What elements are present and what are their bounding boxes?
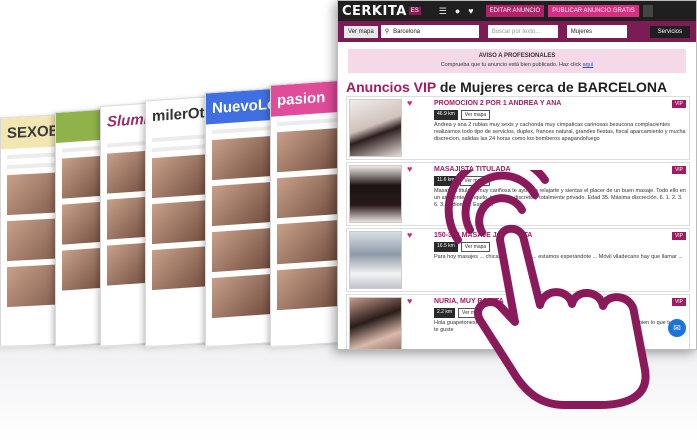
bg-thumb [277, 265, 343, 311]
favorite-heart-icon[interactable]: ♥ [407, 231, 416, 240]
category-select[interactable]: Mujeres [566, 25, 627, 38]
listing-card[interactable]: ♥ PROMOCION 2 POR 1 ANDREA Y ANA VIP 46.… [346, 96, 690, 160]
top-icon-group: ☰ ● ♥ [439, 6, 474, 17]
notice-link[interactable]: aquí [583, 62, 594, 68]
notice-text: Comprueba que tu anuncio está bien publi… [440, 62, 583, 68]
brand-logo[interactable]: CERKITA [342, 4, 407, 19]
bg-thumb [152, 153, 213, 199]
text-search-placeholder: Buscar por texto... [491, 28, 541, 35]
bg-site-logo: NuevoLoc [206, 88, 280, 125]
bg-thumb [212, 273, 273, 319]
bg-line [212, 125, 273, 135]
listing-photo[interactable] [349, 231, 402, 289]
section-title-rest: de Mujeres cerca de BARCELONA [435, 79, 668, 95]
publish-ad-button[interactable]: PUBLICAR ANUNCIO GRATIS [548, 5, 639, 17]
listing-photo[interactable] [349, 99, 402, 157]
view-map-button[interactable]: Ver mapa [344, 25, 378, 38]
favorite-heart-icon[interactable]: ♥ [407, 165, 416, 174]
brand-country-tag: ES [408, 7, 421, 15]
bg-line [277, 117, 343, 127]
category-value: Mujeres [570, 28, 593, 35]
listing-photo[interactable] [349, 297, 402, 349]
edit-ad-button[interactable]: EDITAR ANUNCIO [485, 5, 545, 17]
notice-title: AVISO A PROFESIONALES [478, 53, 556, 59]
listing-title[interactable]: PROMOCION 2 POR 1 ANDREA Y ANA [434, 100, 561, 107]
favorite-heart-icon[interactable]: ♥ [407, 99, 416, 108]
menu-icon[interactable] [642, 5, 653, 17]
bg-thumb [277, 219, 343, 265]
professional-notice: AVISO A PROFESIONALES Comprueba que tu a… [348, 49, 686, 73]
listing-map-button[interactable]: Ver mapa [460, 110, 491, 120]
search-bar: Ver mapa ⚲ Barcelona Buscar por texto...… [338, 21, 696, 42]
heart-icon[interactable]: ♥ [468, 6, 473, 17]
bg-thumb [212, 135, 273, 181]
listing-photo[interactable] [349, 165, 402, 223]
top-navbar: CERKITA ES ☰ ● ♥ EDITAR ANUNCIO PUBLICAR… [338, 1, 696, 21]
vip-badge: VIP [671, 100, 686, 108]
listing-description: Andrea y ana 2 rubias muy sexis y cachon… [434, 122, 686, 142]
listing-meta: 46.9 km Ver mapa [434, 110, 491, 120]
bg-thumb [152, 199, 213, 245]
city-value: Barcelona [393, 28, 421, 35]
city-input[interactable]: ⚲ Barcelona [380, 25, 479, 38]
bg-line [152, 133, 213, 143]
bg-thumb [152, 245, 213, 291]
bg-thumb [277, 173, 343, 219]
user-icon[interactable]: ● [455, 6, 460, 17]
list-icon[interactable]: ☰ [439, 6, 447, 17]
bg-thumb [212, 227, 273, 273]
text-search-input[interactable]: Buscar por texto... [487, 25, 558, 38]
bg-line [152, 143, 213, 153]
bg-thumb [277, 127, 343, 173]
section-title-highlight: Anuncios VIP [346, 79, 436, 95]
bg-site-card-5: NuevoLoc [205, 87, 280, 348]
tap-hand-icon [444, 170, 650, 409]
bg-thumb [212, 181, 273, 227]
hand-shape [474, 224, 650, 409]
favorite-heart-icon[interactable]: ♥ [407, 297, 416, 306]
distance-chip: 46.9 km [434, 110, 458, 120]
services-button[interactable]: Servicios [649, 25, 690, 38]
location-pin-icon: ⚲ [384, 29, 390, 35]
section-title: Anuncios VIP de Mujeres cerca de BARCELO… [346, 79, 688, 95]
